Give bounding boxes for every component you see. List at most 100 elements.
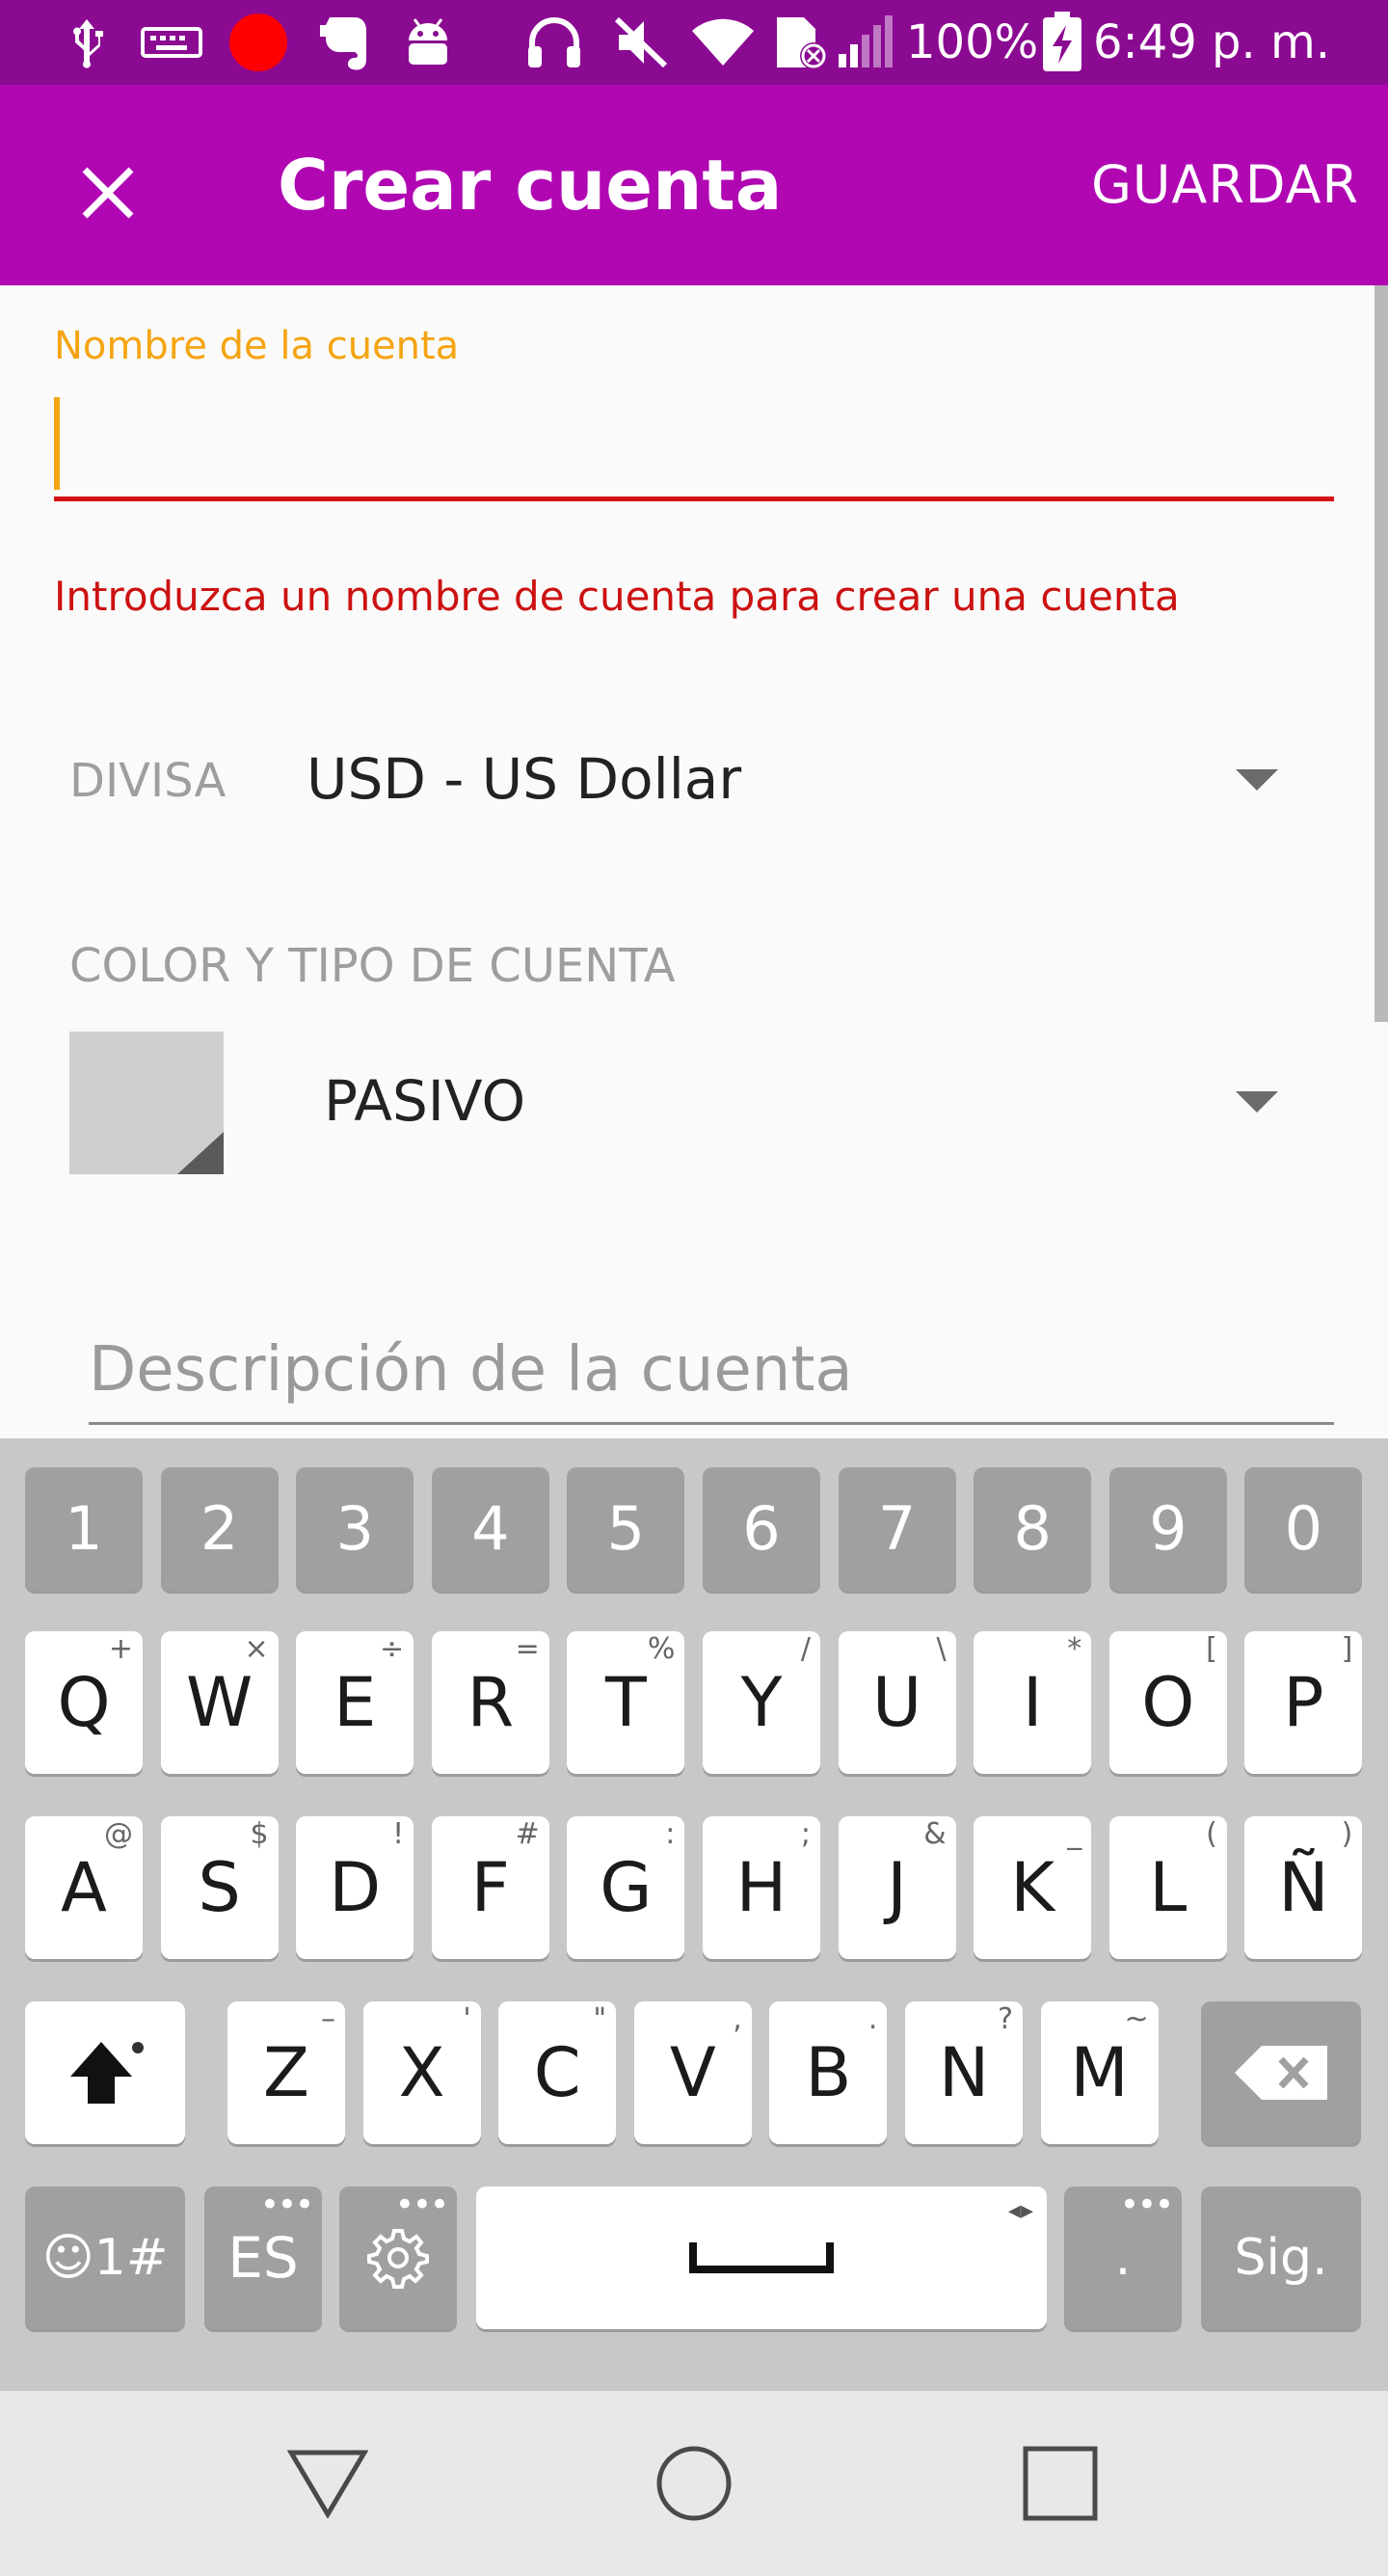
soft-keyboard: 1234567890 + Q × W ÷ E = R% T / Y \ U * I[O] P @ A $ S! D # F…: [0, 1438, 1388, 2391]
record-icon: [227, 0, 289, 85]
key-d-hint: !: [392, 1817, 405, 1851]
key-5[interactable]: 5: [567, 1467, 685, 1591]
symbols-key[interactable]: ☺1#: [25, 2187, 185, 2329]
app-bar: Crear cuenta GUARDAR: [0, 85, 1388, 285]
key-o-label: O: [1141, 1663, 1195, 1742]
key-d[interactable]: ! D: [296, 1816, 414, 1959]
page-title: Crear cuenta: [278, 145, 783, 226]
key-r-hint: =: [515, 1632, 540, 1666]
gear-icon: [367, 2229, 429, 2289]
key-k[interactable]: _ K: [974, 1816, 1092, 1959]
key-a[interactable]: @ A: [25, 1816, 143, 1959]
close-button[interactable]: [58, 143, 158, 243]
key-y[interactable]: / Y: [703, 1631, 820, 1774]
key-q-label: Q: [57, 1663, 111, 1742]
status-bar: 100% 6:49 p. m.: [0, 0, 1388, 85]
key-2[interactable]: 2: [160, 1467, 279, 1591]
key-m[interactable]: ~ M: [1040, 2001, 1159, 2144]
key-h[interactable]: ; H: [703, 1816, 820, 1959]
scrollbar[interactable]: [1375, 285, 1388, 1022]
home-circle-icon: [656, 2446, 732, 2521]
keyboard-icon: [141, 0, 202, 85]
account-color-swatch[interactable]: [69, 1032, 224, 1174]
key-g[interactable]: :G: [567, 1816, 685, 1959]
key-i[interactable]: * I: [974, 1631, 1092, 1774]
headphones-icon: [526, 0, 582, 85]
key-f[interactable]: # F: [431, 1816, 549, 1959]
key-b-label: B: [805, 2033, 852, 2112]
recents-square-icon: [1023, 2446, 1098, 2521]
account-type-dropdown-button[interactable]: [1214, 1060, 1299, 1145]
key-o[interactable]: [O: [1108, 1631, 1227, 1774]
mute-icon: [613, 0, 669, 85]
key-j[interactable]: & J: [838, 1816, 956, 1959]
language-key[interactable]: ••• ES: [204, 2187, 322, 2329]
account-type-select[interactable]: PASIVO: [324, 1068, 525, 1134]
backspace-key[interactable]: [1201, 2001, 1361, 2144]
key-ñ[interactable]: ) Ñ: [1244, 1816, 1363, 1959]
key-9[interactable]: 9: [1108, 1467, 1227, 1591]
key-b[interactable]: .B: [769, 2001, 888, 2144]
android-icon: [399, 0, 457, 85]
key-0[interactable]: 0: [1244, 1467, 1363, 1591]
account-description-input[interactable]: Descripción de la cuenta: [89, 1325, 1334, 1425]
key-j-label: J: [887, 1848, 907, 1927]
key-3[interactable]: 3: [296, 1467, 414, 1591]
account-name-input[interactable]: [54, 386, 1334, 501]
backspace-icon: [1235, 2046, 1327, 2100]
key-h-hint: ;: [800, 1817, 811, 1851]
key-f-hint: #: [515, 1817, 540, 1851]
account-name-label: Nombre de la cuenta: [54, 324, 460, 368]
key-c[interactable]: " C: [498, 2001, 617, 2144]
recents-button[interactable]: [1010, 2437, 1110, 2530]
battery-percent: 100%: [906, 15, 1039, 69]
key-n[interactable]: ? N: [905, 2001, 1023, 2144]
key-p[interactable]: ] P: [1244, 1631, 1363, 1774]
next-key-label: Sig.: [1234, 2229, 1328, 2287]
key-s[interactable]: $ S: [160, 1816, 279, 1959]
key-g-label: G: [600, 1848, 653, 1927]
key-w-label: W: [185, 1663, 254, 1742]
key-w-hint: ×: [244, 1632, 269, 1666]
key-x[interactable]: ' X: [362, 2001, 481, 2144]
key-6-label: 6: [742, 1493, 781, 1564]
key-l[interactable]: (L: [1108, 1816, 1227, 1959]
key-z[interactable]: – Z: [227, 2001, 345, 2144]
key-t-label: T: [605, 1663, 647, 1742]
home-button[interactable]: [644, 2437, 744, 2530]
key-u[interactable]: \ U: [838, 1631, 956, 1774]
key-7[interactable]: 7: [838, 1467, 956, 1591]
key-q[interactable]: + Q: [25, 1631, 143, 1774]
shift-key[interactable]: [25, 2001, 185, 2144]
period-key[interactable]: ••• .: [1064, 2187, 1182, 2329]
key-6[interactable]: 6: [703, 1467, 820, 1591]
color-type-label: COLOR Y TIPO DE CUENTA: [69, 939, 676, 993]
key-c-label: C: [533, 2033, 581, 2112]
key-x-label: X: [398, 2033, 445, 2112]
back-button[interactable]: [278, 2437, 378, 2530]
more-dots-icon: •••: [259, 2186, 314, 2224]
key-8[interactable]: 8: [974, 1467, 1092, 1591]
key-k-hint: _: [1067, 1817, 1082, 1851]
sim-no-signal-icon: [773, 0, 831, 85]
space-key[interactable]: ◂▸: [476, 2187, 1047, 2329]
key-s-label: S: [198, 1848, 241, 1927]
keyboard-settings-key[interactable]: •••: [339, 2187, 457, 2329]
currency-dropdown-button[interactable]: [1214, 738, 1299, 823]
key-a-hint: @: [104, 1817, 133, 1851]
space-bar-icon: [689, 2242, 834, 2273]
save-button[interactable]: GUARDAR: [1091, 154, 1359, 215]
key-t[interactable]: % T: [567, 1631, 685, 1774]
next-key[interactable]: Sig.: [1201, 2187, 1361, 2329]
key-r[interactable]: = R: [431, 1631, 549, 1774]
currency-select[interactable]: USD - US Dollar: [307, 746, 741, 812]
key-q-hint: +: [108, 1632, 133, 1666]
key-1[interactable]: 1: [25, 1467, 143, 1591]
key-v[interactable]: ,V: [633, 2001, 752, 2144]
key-p-hint: ]: [1341, 1632, 1353, 1666]
key-4[interactable]: 4: [431, 1467, 549, 1591]
key-m-hint: ~: [1124, 2002, 1149, 2036]
key-l-label: L: [1149, 1848, 1188, 1927]
key-e[interactable]: ÷ E: [296, 1631, 414, 1774]
key-w[interactable]: × W: [160, 1631, 279, 1774]
